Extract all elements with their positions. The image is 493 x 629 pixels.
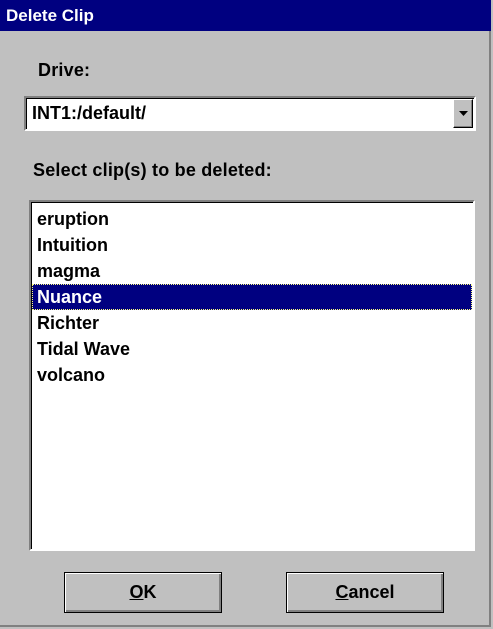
list-item[interactable]: Richter [32,310,472,336]
dropdown-button[interactable] [453,99,473,128]
drive-dropdown[interactable]: INT1:/default/ [24,96,476,131]
clip-list-label: Select clip(s) to be deleted: [33,160,272,180]
delete-clip-dialog: Delete Clip Drive: INT1:/default/ Select… [0,0,491,627]
list-item[interactable]: Tidal Wave [32,336,472,362]
drive-label: Drive: [38,60,91,80]
list-item[interactable]: eruption [32,206,472,232]
clip-listbox[interactable]: eruption Intuition magma Nuance Richter … [29,200,475,551]
ok-mnemonic: O [129,582,144,602]
cancel-button[interactable]: Cancel [286,572,444,613]
list-item[interactable]: magma [32,258,472,284]
ok-button[interactable]: OK [64,572,222,613]
cancel-label-rest: ancel [348,582,395,602]
title-bar[interactable]: Delete Clip [0,0,491,31]
window-title: Delete Clip [6,6,94,25]
list-item[interactable]: volcano [32,362,472,388]
ok-label-rest: K [143,582,157,602]
list-item[interactable]: Intuition [32,232,472,258]
list-item-selected[interactable]: Nuance [32,284,472,310]
dropdown-arrow-icon [459,111,468,116]
drive-value: INT1:/default/ [32,103,147,123]
cancel-mnemonic: C [335,582,349,602]
